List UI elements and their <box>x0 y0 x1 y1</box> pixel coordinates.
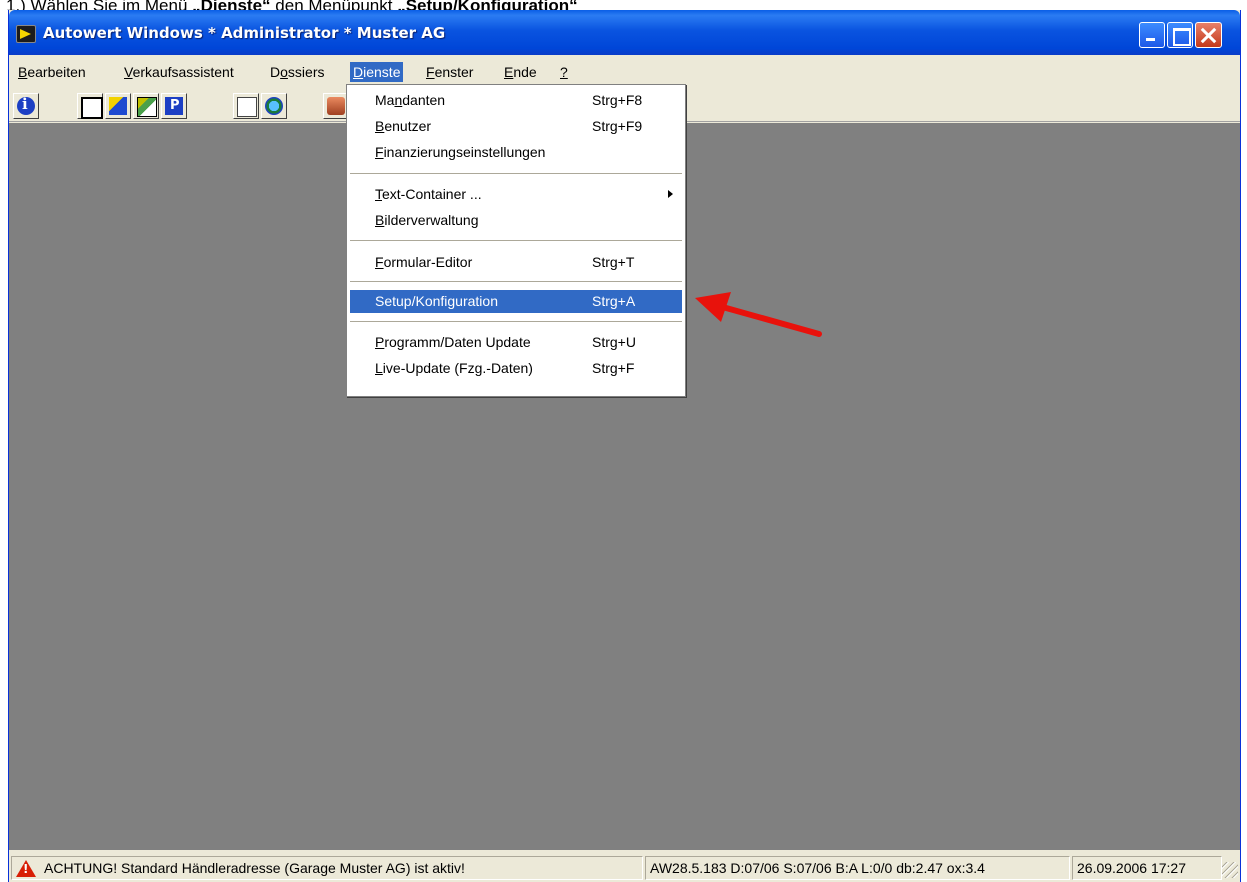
annotation-arrow-icon <box>695 292 822 337</box>
menu-separator <box>350 321 682 323</box>
menu-separator <box>350 173 682 175</box>
status-datetime: 26.09.2006 17:27 <box>1072 856 1222 880</box>
warning-icon: ! <box>16 860 36 877</box>
shortcut-label: Strg+F <box>592 360 635 376</box>
instruction-caption: 1.) Wählen Sie im Menü „Dienste“ den Men… <box>6 0 578 10</box>
status-warning-text: ACHTUNG! Standard Händleradresse (Garage… <box>44 860 465 876</box>
menu-bearbeiten[interactable]: Bearbeiten <box>15 62 89 82</box>
menu-item-mandanten[interactable]: Mandanten Strg+F8 <box>350 89 682 112</box>
menu-separator <box>350 240 682 242</box>
dienste-dropdown-menu: Mandanten Strg+F8 Benutzer Strg+F9 Finanzi… <box>346 84 686 397</box>
window-title: Autowert Windows * Administrator * Muste… <box>43 24 446 42</box>
menu-item-live-update[interactable]: Live-Update (Fzg.-Daten) Strg+F <box>350 357 682 380</box>
shortcut-label: Strg+U <box>592 334 636 350</box>
menu-item-benutzer[interactable]: Benutzer Strg+F9 <box>350 115 682 138</box>
title-bar[interactable]: Autowert Windows * Administrator * Muste… <box>9 10 1240 55</box>
status-version: AW28.5.183 D:07/06 S:07/06 B:A L:0/0 db:… <box>645 856 1070 880</box>
menu-item-programm-daten-update[interactable]: Programm/Daten Update Strg+U <box>350 331 682 354</box>
parking-icon[interactable] <box>161 93 187 119</box>
shortcut-label: Strg+T <box>592 254 635 270</box>
globe-icon[interactable] <box>261 93 287 119</box>
shortcut-label: Strg+A <box>592 293 636 309</box>
maximize-button[interactable] <box>1167 22 1193 48</box>
app-icon <box>16 25 36 43</box>
chart-icon[interactable] <box>133 93 159 119</box>
menu-item-finanzierungseinstellungen[interactable]: Finanzierungseinstellungen <box>350 141 682 164</box>
list-icon[interactable] <box>233 93 259 119</box>
menu-dossiers[interactable]: Dossiers <box>267 62 327 82</box>
folder-icon[interactable] <box>105 93 131 119</box>
menu-separator <box>350 281 682 283</box>
menu-item-text-container[interactable]: Text-Container ... <box>350 183 682 206</box>
minimize-button[interactable] <box>1139 22 1165 48</box>
menu-verkaufsassistent[interactable]: Verkaufsassistent <box>121 62 237 82</box>
menu-item-bilderverwaltung[interactable]: Bilderverwaltung <box>350 209 682 232</box>
menu-dienste[interactable]: Dienste <box>350 62 404 82</box>
menu-item-setup-konfiguration[interactable]: Setup/Konfiguration Strg+A <box>350 290 682 313</box>
info-icon[interactable] <box>13 93 39 119</box>
resize-grip-icon[interactable] <box>1222 862 1238 878</box>
app-window: Autowert Windows * Administrator * Muste… <box>8 10 1241 882</box>
menu-ende[interactable]: Ende <box>501 62 540 82</box>
submenu-arrow-icon <box>668 190 673 198</box>
status-bar: ! ACHTUNG! Standard Händleradresse (Gara… <box>9 850 1240 882</box>
shortcut-label: Strg+F8 <box>592 92 643 108</box>
document-icon[interactable] <box>77 93 103 119</box>
menu-fenster[interactable]: Fenster <box>423 62 476 82</box>
status-warning: ! ACHTUNG! Standard Händleradresse (Gara… <box>11 856 643 880</box>
menu-item-formular-editor[interactable]: Formular-Editor Strg+T <box>350 251 682 274</box>
close-button[interactable] <box>1195 22 1222 48</box>
menu-help[interactable]: ? <box>557 62 571 82</box>
shortcut-label: Strg+F9 <box>592 118 643 134</box>
